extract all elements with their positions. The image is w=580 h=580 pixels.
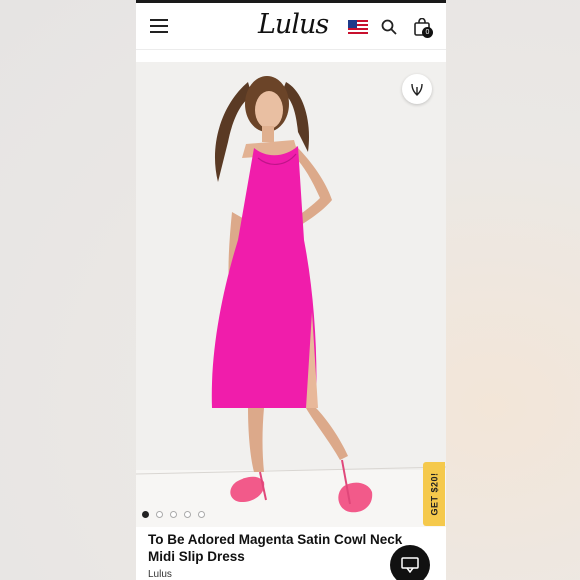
- chat-button[interactable]: [390, 545, 430, 580]
- carousel-dot[interactable]: [170, 511, 177, 518]
- promo-label: GET $20!: [429, 472, 440, 516]
- bag-count-badge: 0: [422, 27, 433, 38]
- carousel-dot[interactable]: [184, 511, 191, 518]
- heart-v-icon: [411, 83, 423, 96]
- get-20-promo-tab[interactable]: GET $20!: [423, 462, 445, 526]
- site-logo[interactable]: Lulus: [258, 9, 329, 40]
- hamburger-menu-icon[interactable]: [148, 15, 170, 37]
- image-carousel-dots: [142, 511, 205, 518]
- mobile-page: Lulus 0 GET $20! To Be Adored Magenta Sa…: [136, 0, 446, 580]
- carousel-dot[interactable]: [142, 511, 149, 518]
- favorite-button[interactable]: [402, 74, 432, 104]
- carousel-dot[interactable]: [156, 511, 163, 518]
- model-illustration: [136, 76, 446, 527]
- product-image[interactable]: [136, 62, 446, 527]
- product-brand[interactable]: Lulus: [148, 569, 172, 580]
- us-flag-icon[interactable]: [348, 20, 368, 34]
- shopping-bag-icon[interactable]: 0: [410, 14, 434, 40]
- header-divider: [136, 49, 446, 50]
- carousel-dot[interactable]: [198, 511, 205, 518]
- search-icon[interactable]: [378, 16, 400, 38]
- chat-bubble-icon: [401, 557, 419, 573]
- site-header: Lulus 0: [136, 3, 446, 49]
